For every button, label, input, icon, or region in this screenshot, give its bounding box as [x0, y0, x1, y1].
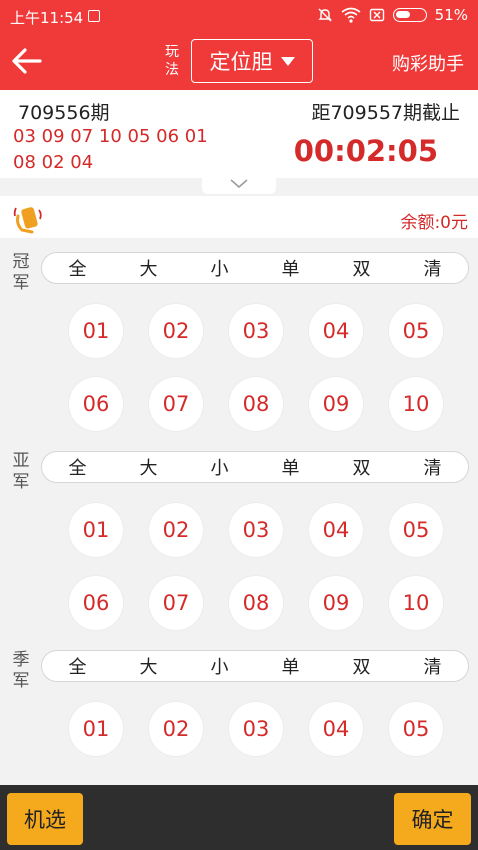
quick-even-button[interactable]: 双: [342, 255, 382, 281]
number-ball[interactable]: 09: [309, 377, 363, 431]
number-ball[interactable]: 10: [389, 576, 443, 630]
number-ball[interactable]: 02: [149, 702, 203, 756]
number-ball[interactable]: 03: [229, 304, 283, 358]
number-ball[interactable]: 04: [309, 304, 363, 358]
status-time: 上午11:54: [10, 9, 84, 27]
number-ball[interactable]: 02: [149, 304, 203, 358]
number-ball[interactable]: 08: [229, 377, 283, 431]
quick-even-button[interactable]: 双: [342, 454, 382, 480]
wifi-icon: [341, 7, 361, 23]
number-ball[interactable]: 01: [69, 702, 123, 756]
last-draw-numbers: 03 09 07 10 05 06 01 08 02 04: [13, 126, 208, 173]
battery-level: 51%: [434, 6, 468, 24]
quick-all-button[interactable]: 全: [58, 454, 98, 480]
quick-odd-button[interactable]: 单: [271, 653, 311, 679]
draw-info-panel: 709556期 03 09 07 10 05 06 01 08 02 04 距7…: [0, 90, 478, 178]
notification-icon: [88, 10, 100, 22]
number-ball[interactable]: 07: [149, 377, 203, 431]
number-ball[interactable]: 05: [389, 503, 443, 557]
status-bar: 上午11:54 51%: [0, 0, 478, 32]
quick-select-bar: 全大小单双清: [41, 252, 469, 284]
number-ball[interactable]: 10: [389, 377, 443, 431]
quick-select-bar: 全大小单双清: [41, 451, 469, 483]
play-mode-dropdown[interactable]: 定位胆: [191, 39, 313, 83]
number-ball[interactable]: 01: [69, 503, 123, 557]
number-ball[interactable]: 07: [149, 576, 203, 630]
number-ball[interactable]: 01: [69, 304, 123, 358]
quick-clear-button[interactable]: 清: [413, 255, 453, 281]
quick-all-button[interactable]: 全: [58, 255, 98, 281]
countdown-timer: 00:02:05: [293, 134, 438, 168]
quick-small-button[interactable]: 小: [200, 255, 240, 281]
chevron-down-icon: [230, 179, 248, 188]
number-ball[interactable]: 04: [309, 702, 363, 756]
balance-text: 余额:0元: [400, 213, 468, 233]
dropdown-triangle-icon: [280, 56, 295, 66]
number-ball[interactable]: 09: [309, 576, 363, 630]
random-pick-button[interactable]: 机选: [7, 793, 83, 845]
sim-icon: [369, 8, 384, 22]
bottom-action-bar: 机选 确定: [0, 785, 478, 850]
quick-small-button[interactable]: 小: [200, 454, 240, 480]
quick-big-button[interactable]: 大: [129, 454, 169, 480]
play-method-label: 玩法: [165, 44, 179, 78]
position-label: 季军: [12, 650, 30, 691]
position-label: 冠军: [12, 252, 30, 293]
next-period-label: 距709557期截止: [311, 102, 460, 124]
number-ball[interactable]: 05: [389, 702, 443, 756]
back-arrow-icon[interactable]: [10, 44, 44, 78]
number-ball[interactable]: 02: [149, 503, 203, 557]
quick-even-button[interactable]: 双: [342, 653, 382, 679]
quick-odd-button[interactable]: 单: [271, 454, 311, 480]
quick-all-button[interactable]: 全: [58, 653, 98, 679]
quick-clear-button[interactable]: 清: [413, 653, 453, 679]
shake-hand-icon[interactable]: [12, 202, 46, 234]
quick-select-bar: 全大小单双清: [41, 650, 469, 682]
confirm-button[interactable]: 确定: [394, 793, 471, 845]
number-ball[interactable]: 06: [69, 377, 123, 431]
quick-odd-button[interactable]: 单: [271, 255, 311, 281]
mute-icon: [317, 8, 332, 22]
battery-icon: [392, 8, 427, 22]
number-ball[interactable]: 05: [389, 304, 443, 358]
purchase-helper-link[interactable]: 购彩助手: [392, 50, 464, 76]
play-mode-value: 定位胆: [209, 50, 273, 74]
quick-clear-button[interactable]: 清: [413, 454, 453, 480]
status-icons: 51%: [317, 6, 468, 24]
quick-big-button[interactable]: 大: [129, 653, 169, 679]
app-header: 玩法 定位胆 购彩助手: [0, 32, 478, 90]
current-period: 709556期: [18, 102, 110, 124]
number-ball[interactable]: 08: [229, 576, 283, 630]
quick-small-button[interactable]: 小: [200, 653, 240, 679]
balance-bar: 余额:0元: [0, 196, 478, 238]
position-label: 亚军: [12, 451, 30, 492]
number-ball[interactable]: 03: [229, 702, 283, 756]
number-ball[interactable]: 06: [69, 576, 123, 630]
number-ball[interactable]: 04: [309, 503, 363, 557]
expand-history-tab[interactable]: [202, 176, 276, 194]
number-ball[interactable]: 03: [229, 503, 283, 557]
quick-big-button[interactable]: 大: [129, 255, 169, 281]
